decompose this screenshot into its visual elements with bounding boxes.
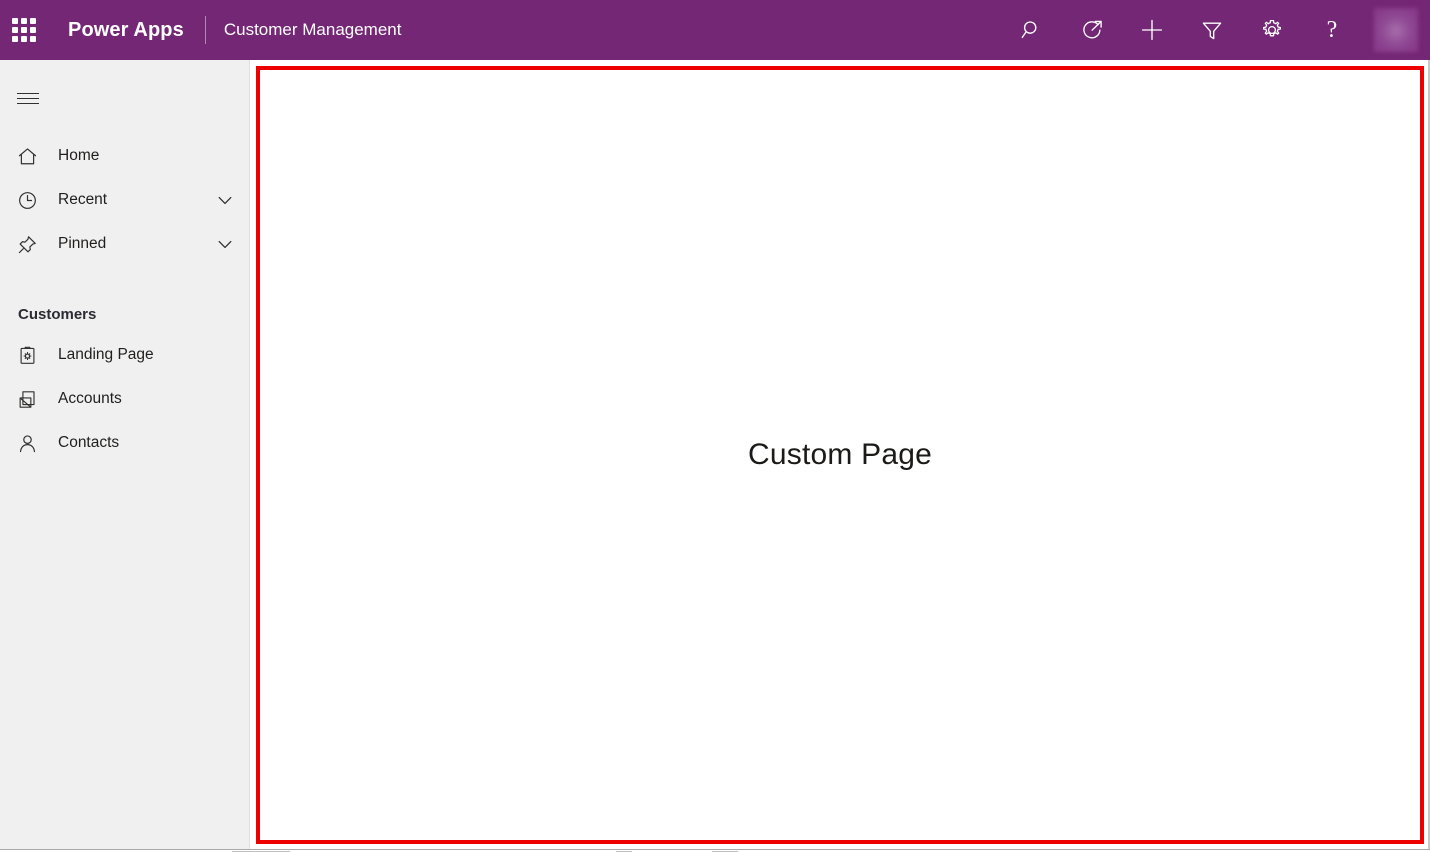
clock-icon bbox=[16, 189, 38, 211]
plus-icon[interactable] bbox=[1132, 8, 1172, 52]
clipboard-gear-icon bbox=[16, 344, 38, 366]
accounts-building-icon bbox=[16, 388, 38, 410]
pin-icon bbox=[16, 233, 38, 255]
waffle-grid bbox=[12, 18, 36, 42]
contact-person-icon bbox=[16, 432, 38, 454]
app-name-title: Customer Management bbox=[224, 20, 402, 40]
main-content-area: Custom Page bbox=[250, 60, 1430, 852]
gear-icon[interactable] bbox=[1252, 8, 1292, 52]
sidebar-primary-nav: Home Recent bbox=[0, 134, 249, 266]
sidebar-item-label: Accounts bbox=[58, 390, 235, 408]
waffle-dot bbox=[30, 18, 36, 24]
site-map-sidebar: Home Recent bbox=[0, 60, 249, 852]
sidebar-group-title: Customers bbox=[18, 306, 249, 323]
help-glyph: ? bbox=[1327, 18, 1338, 42]
sidebar-item-landing-page[interactable]: Landing Page bbox=[0, 333, 249, 377]
home-icon bbox=[16, 145, 38, 167]
top-command-bar: Power Apps Customer Management bbox=[0, 0, 1430, 60]
relevance-search-icon[interactable] bbox=[1072, 8, 1112, 52]
sidebar-item-label: Pinned bbox=[58, 235, 215, 253]
app-launcher-waffle-icon[interactable] bbox=[0, 0, 48, 60]
chevron-down-icon[interactable] bbox=[215, 234, 235, 254]
hamburger-menu-icon[interactable] bbox=[4, 74, 52, 122]
sidebar-item-label: Recent bbox=[58, 191, 215, 209]
header-action-group: ? bbox=[1002, 0, 1430, 60]
sidebar-item-contacts[interactable]: Contacts bbox=[0, 421, 249, 465]
waffle-dot bbox=[12, 27, 18, 33]
waffle-dot bbox=[21, 27, 27, 33]
chevron-down-icon[interactable] bbox=[215, 190, 235, 210]
waffle-dot bbox=[30, 27, 36, 33]
brand-title[interactable]: Power Apps bbox=[68, 19, 184, 42]
waffle-dot bbox=[21, 18, 27, 24]
hamburger-bars bbox=[17, 93, 39, 104]
sidebar-item-label: Contacts bbox=[58, 434, 235, 452]
header-divider bbox=[205, 16, 206, 44]
page-title: Custom Page bbox=[260, 70, 1420, 840]
sidebar-item-pinned[interactable]: Pinned bbox=[0, 222, 249, 266]
waffle-dot bbox=[21, 36, 27, 42]
sidebar-item-home[interactable]: Home bbox=[0, 134, 249, 178]
custom-page-highlight-frame: Custom Page bbox=[256, 66, 1424, 844]
app-root: Power Apps Customer Management bbox=[0, 0, 1430, 852]
sidebar-item-label: Home bbox=[58, 147, 235, 165]
search-icon[interactable] bbox=[1012, 8, 1052, 52]
waffle-dot bbox=[12, 18, 18, 24]
avatar[interactable] bbox=[1374, 8, 1418, 52]
filter-icon[interactable] bbox=[1192, 8, 1232, 52]
sidebar-item-label: Landing Page bbox=[58, 346, 235, 364]
waffle-dot bbox=[12, 36, 18, 42]
sidebar-item-accounts[interactable]: Accounts bbox=[0, 377, 249, 421]
sidebar-item-recent[interactable]: Recent bbox=[0, 178, 249, 222]
waffle-dot bbox=[30, 36, 36, 42]
sidebar-group-nav: Landing Page Accounts bbox=[0, 333, 249, 465]
question-mark-icon[interactable]: ? bbox=[1312, 8, 1352, 52]
